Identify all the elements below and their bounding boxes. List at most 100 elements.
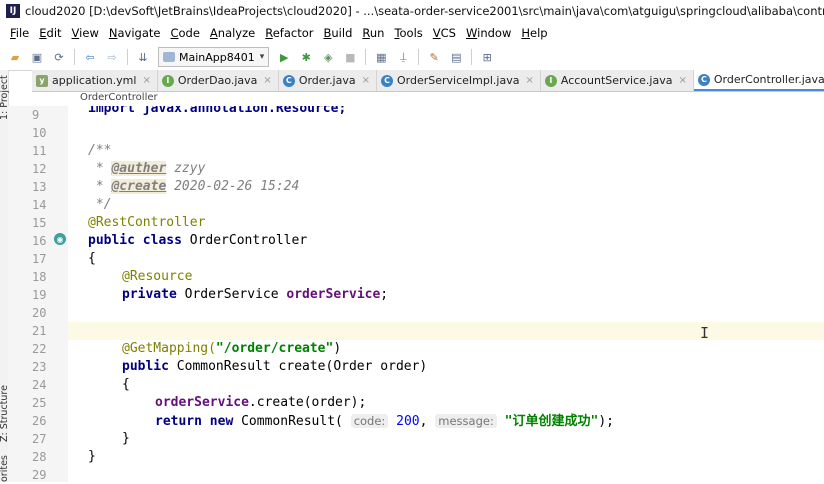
class-file-icon: C: [282, 74, 295, 87]
toolbar-separator: [74, 49, 75, 65]
main-toolbar: ▰ ▣ ⟳ ⇦ ⇨ ⇊ MainApp8401 ▾ ▶ ✱ ◈ ■ ▦ ⍊ ✎ …: [0, 44, 824, 71]
close-icon[interactable]: ×: [142, 75, 150, 86]
constructor-call: CommonResult(: [233, 414, 351, 429]
menu-bar: File Edit View Navigate Code Analyze Ref…: [0, 22, 824, 44]
code-line: private OrderService orderService;: [68, 286, 824, 304]
interface-file-icon: I: [161, 74, 174, 87]
code-line: import javax.annotation.Resource;: [68, 106, 824, 124]
settings-icon[interactable]: ✎: [427, 50, 441, 64]
line-number: 20: [32, 306, 47, 320]
menu-build[interactable]: Build: [320, 26, 357, 40]
maven-icon[interactable]: ⍊: [396, 50, 410, 64]
menu-run[interactable]: Run: [358, 26, 388, 40]
menu-navigate[interactable]: Navigate: [105, 26, 165, 40]
code-line: }: [68, 448, 824, 466]
tab-orderserviceimpl-java[interactable]: C OrderServiceImpl.java ×: [377, 70, 541, 91]
code-line: public class OrderController: [68, 232, 824, 250]
code-line: orderService.create(order);: [68, 394, 824, 412]
line-number: 12: [32, 162, 47, 176]
line-number: 26: [32, 414, 47, 428]
line-number: 9: [32, 108, 40, 122]
class-keyword: public class: [88, 233, 182, 248]
menu-help[interactable]: Help: [517, 26, 551, 40]
parameter-hint-message: message:: [435, 414, 497, 428]
breadcrumb[interactable]: OrderController: [80, 92, 158, 106]
line-number: 14: [32, 198, 47, 212]
menu-window[interactable]: Window: [462, 26, 515, 40]
statement-end: );: [598, 414, 614, 429]
back-arrow-icon[interactable]: ⇦: [83, 50, 97, 64]
toolbar-separator: [365, 49, 367, 65]
close-icon[interactable]: ×: [263, 75, 271, 86]
menu-refactor[interactable]: Refactor: [261, 26, 317, 40]
menu-analyze[interactable]: Analyze: [206, 26, 259, 40]
menu-file[interactable]: File: [6, 26, 33, 40]
sync-icon[interactable]: ⟳: [52, 50, 66, 64]
rest-controller-annotation: @RestController: [88, 215, 206, 230]
line-number: 16: [32, 234, 47, 248]
chevron-down-icon: ▾: [259, 52, 265, 62]
line-number: 25: [32, 396, 47, 410]
code-line: {: [68, 250, 824, 268]
comment-star: *: [88, 161, 112, 176]
resource-annotation: @Resource: [122, 269, 193, 284]
menu-code[interactable]: Code: [166, 26, 203, 40]
forward-arrow-icon[interactable]: ⇨: [105, 50, 119, 64]
spring-bean-icon[interactable]: ◉: [54, 233, 66, 245]
run-config-label: MainApp8401: [179, 50, 255, 64]
line-number: 29: [32, 468, 47, 482]
sync-project-icon[interactable]: ⊞: [480, 50, 494, 64]
sdk-icon[interactable]: ▤: [449, 50, 463, 64]
close-icon[interactable]: ×: [525, 75, 533, 86]
run-icon[interactable]: ▶: [277, 50, 291, 64]
tab-application-yml[interactable]: y application.yml ×: [32, 70, 158, 91]
get-mapping-annotation: @GetMapping(: [122, 341, 216, 356]
close-icon[interactable]: ×: [678, 75, 686, 86]
menu-vcs[interactable]: VCS: [429, 26, 460, 40]
save-all-icon[interactable]: ▣: [30, 50, 44, 64]
code-line: @GetMapping("/order/create"): [68, 340, 824, 358]
tab-ordercontroller-java[interactable]: C OrderController.java ×: [693, 70, 824, 91]
code-line: }: [68, 430, 824, 448]
tab-accountservice-java[interactable]: I AccountService.java ×: [541, 70, 694, 91]
line-number: 13: [32, 180, 47, 194]
line-number: 24: [32, 378, 47, 392]
tab-label: AccountService.java: [560, 74, 673, 87]
menu-view[interactable]: View: [68, 26, 103, 40]
comment-star: *: [88, 179, 112, 194]
menu-edit[interactable]: Edit: [35, 26, 65, 40]
run-configuration-select[interactable]: MainApp8401 ▾: [158, 47, 270, 67]
class-file-icon: C: [381, 74, 393, 87]
doc-tag-auther: @auther: [111, 161, 167, 176]
close-icon[interactable]: ×: [362, 75, 370, 86]
build-icon[interactable]: ⇊: [136, 50, 150, 64]
comma: ,: [419, 414, 436, 429]
field-type: OrderService: [176, 287, 287, 302]
code-line: */: [68, 196, 824, 214]
line-number: 10: [32, 126, 47, 140]
code-line: public CommonResult create(Order order): [68, 358, 824, 376]
project-structure-icon[interactable]: ▦: [374, 50, 388, 64]
code-line: * @auther zzyy: [68, 160, 824, 178]
toolbar-separator: [418, 49, 420, 65]
message-string: "订单创建成功": [504, 414, 599, 429]
private-keyword: private: [122, 287, 177, 302]
stop-icon[interactable]: ■: [343, 50, 357, 64]
tab-order-java[interactable]: C Order.java ×: [279, 70, 377, 91]
line-number: 15: [32, 216, 47, 230]
tab-label: OrderController.java: [713, 73, 824, 86]
debug-icon[interactable]: ✱: [299, 50, 313, 64]
doc-author-value: zzyy: [166, 161, 206, 176]
open-brace: {: [88, 251, 96, 266]
line-number: 21: [32, 324, 47, 338]
yaml-file-icon: y: [36, 74, 48, 87]
coverage-icon[interactable]: ◈: [321, 50, 335, 64]
tab-orderdao-java[interactable]: I OrderDao.java ×: [158, 70, 279, 91]
tab-label: application.yml: [52, 74, 137, 87]
interface-file-icon: I: [544, 74, 557, 87]
open-folder-icon[interactable]: ▰: [8, 50, 22, 64]
editor-tabs: y application.yml × I OrderDao.java × C …: [32, 70, 824, 92]
menu-tools[interactable]: Tools: [390, 26, 426, 40]
code-line: * @create 2020-02-26 15:24: [68, 178, 824, 196]
code-editor[interactable]: import javax.annotation.Resource; /** * …: [68, 106, 824, 482]
